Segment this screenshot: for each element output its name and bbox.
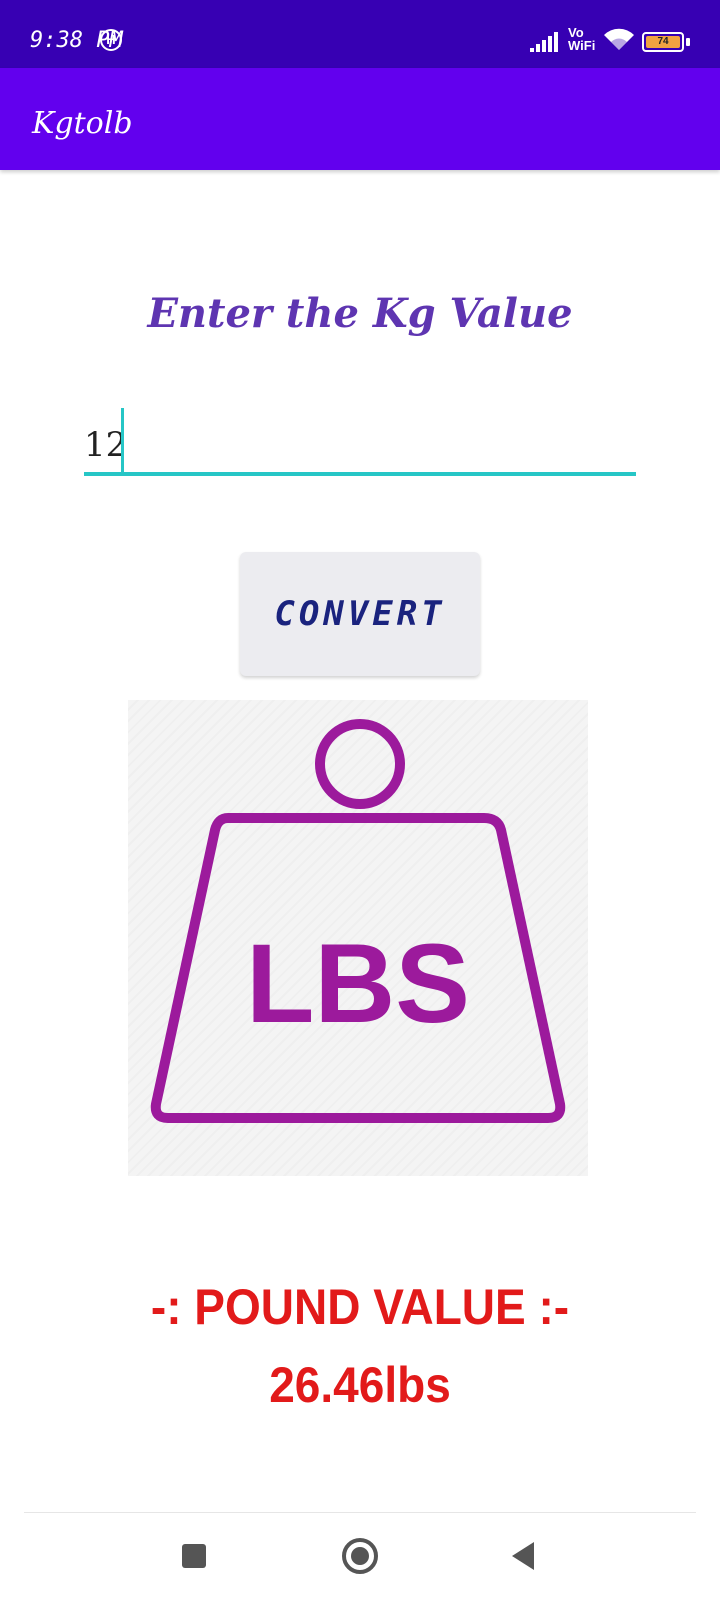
result-value: 26.46lbs — [269, 1357, 451, 1413]
kg-input[interactable] — [84, 404, 636, 476]
back-button[interactable] — [512, 1542, 534, 1570]
recents-button[interactable] — [182, 1544, 206, 1568]
convert-button[interactable]: CONVERT — [240, 552, 480, 676]
status-bar: 9:38 PM H Vo WiFi 74 — [0, 0, 720, 68]
prompt-label: Enter the Kg Value — [147, 290, 573, 337]
battery-icon: 74 — [642, 32, 684, 52]
home-button[interactable] — [342, 1538, 378, 1574]
battery-level: 74 — [646, 36, 680, 48]
text-caret — [121, 408, 124, 472]
nav-divider — [24, 1512, 696, 1513]
result-label: -: POUND VALUE :- — [150, 1279, 570, 1335]
vowifi-label: Vo WiFi — [568, 25, 596, 53]
wifi-icon — [604, 28, 634, 50]
lbs-text: LBS — [246, 921, 470, 1046]
app-title: Kgtolb — [32, 106, 133, 141]
app-bar: Kgtolb — [0, 68, 720, 170]
lbs-weight-image: LBS — [128, 700, 588, 1176]
weight-icon: LBS — [150, 719, 566, 1123]
battery-tip — [686, 38, 690, 46]
signal-icon — [530, 32, 560, 52]
carrier-icon: H — [100, 29, 122, 51]
